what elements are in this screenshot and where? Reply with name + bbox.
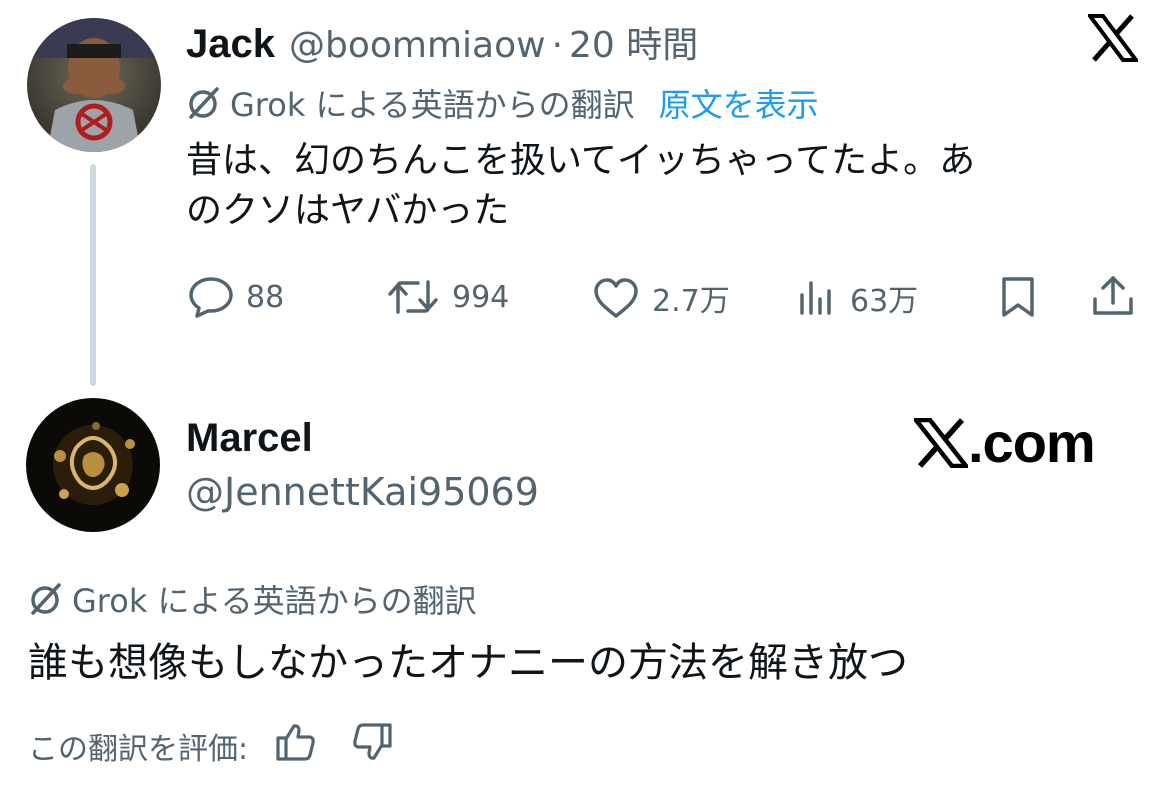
- grok-icon: [189, 87, 219, 119]
- tweet-text-line-2: のクソはヤバかった: [186, 190, 510, 231]
- thread-connector-line: [90, 164, 96, 386]
- thumbs-up-button[interactable]: [274, 722, 318, 770]
- bookmark-icon: [1002, 277, 1034, 317]
- bookmark-button[interactable]: [998, 275, 1038, 323]
- translation-notice: Grok による英語からの翻訳 原文を表示: [186, 80, 819, 126]
- reply-author-name[interactable]: Marcel: [186, 416, 313, 461]
- reply-translation-label: Grok による英語からの翻訳: [72, 582, 477, 620]
- reply-author-handle[interactable]: @JennettKai95069: [186, 470, 539, 514]
- comment-icon: [189, 277, 233, 318]
- tweet-text-line-1: 昔は、幻のちんこを扱いてイッちゃってたよ。あ: [186, 140, 976, 181]
- xcom-text: .com: [968, 411, 1096, 474]
- avatar[interactable]: [26, 398, 160, 532]
- author-handle[interactable]: @boommiaow: [289, 25, 546, 66]
- x-logo-icon: [914, 417, 968, 468]
- repost-icon: [388, 280, 438, 314]
- tweet-text: 昔は、幻のちんこを扱いてイッちゃってたよ。あ のクソはヤバかった: [186, 136, 1146, 236]
- heart-icon: [594, 278, 638, 318]
- repost-button[interactable]: 994: [386, 276, 509, 318]
- rate-translation: この翻訳を評価:: [28, 722, 394, 770]
- tweet-timestamp[interactable]: 20 時間: [569, 16, 698, 68]
- meta-separator: ·: [551, 25, 564, 66]
- show-original-link[interactable]: 原文を表示: [659, 80, 819, 126]
- avatar[interactable]: [27, 18, 161, 152]
- xcom-logo: .com: [914, 410, 1096, 475]
- reply-translation-notice: Grok による英語からの翻訳: [28, 576, 477, 622]
- grok-icon: [31, 583, 61, 615]
- tweet-header: Jack @boommiaow · 20 時間: [186, 16, 698, 68]
- x-logo-icon[interactable]: [1086, 14, 1140, 62]
- views-count: 63万: [850, 284, 919, 319]
- translation-label: Grok による英語からの翻訳: [230, 86, 635, 124]
- rate-label: この翻訳を評価:: [28, 732, 249, 767]
- views-chart-icon: [800, 281, 831, 315]
- thumbs-down-button[interactable]: [350, 722, 394, 770]
- share-button[interactable]: [1090, 273, 1136, 323]
- like-button[interactable]: 2.7万: [592, 276, 730, 320]
- repost-count: 994: [452, 279, 510, 315]
- thumbs-up-icon: [276, 724, 315, 761]
- like-count: 2.7万: [652, 284, 730, 319]
- reply-button[interactable]: 88: [188, 276, 284, 318]
- thumbs-down-icon: [353, 723, 392, 760]
- author-name[interactable]: Jack: [186, 22, 275, 67]
- share-icon: [1093, 276, 1133, 315]
- views-button[interactable]: 63万: [798, 276, 918, 320]
- reply-text: 誰も想像もしなかったオナニーの方法を解き放つ: [28, 640, 908, 686]
- reply-count: 88: [246, 279, 285, 315]
